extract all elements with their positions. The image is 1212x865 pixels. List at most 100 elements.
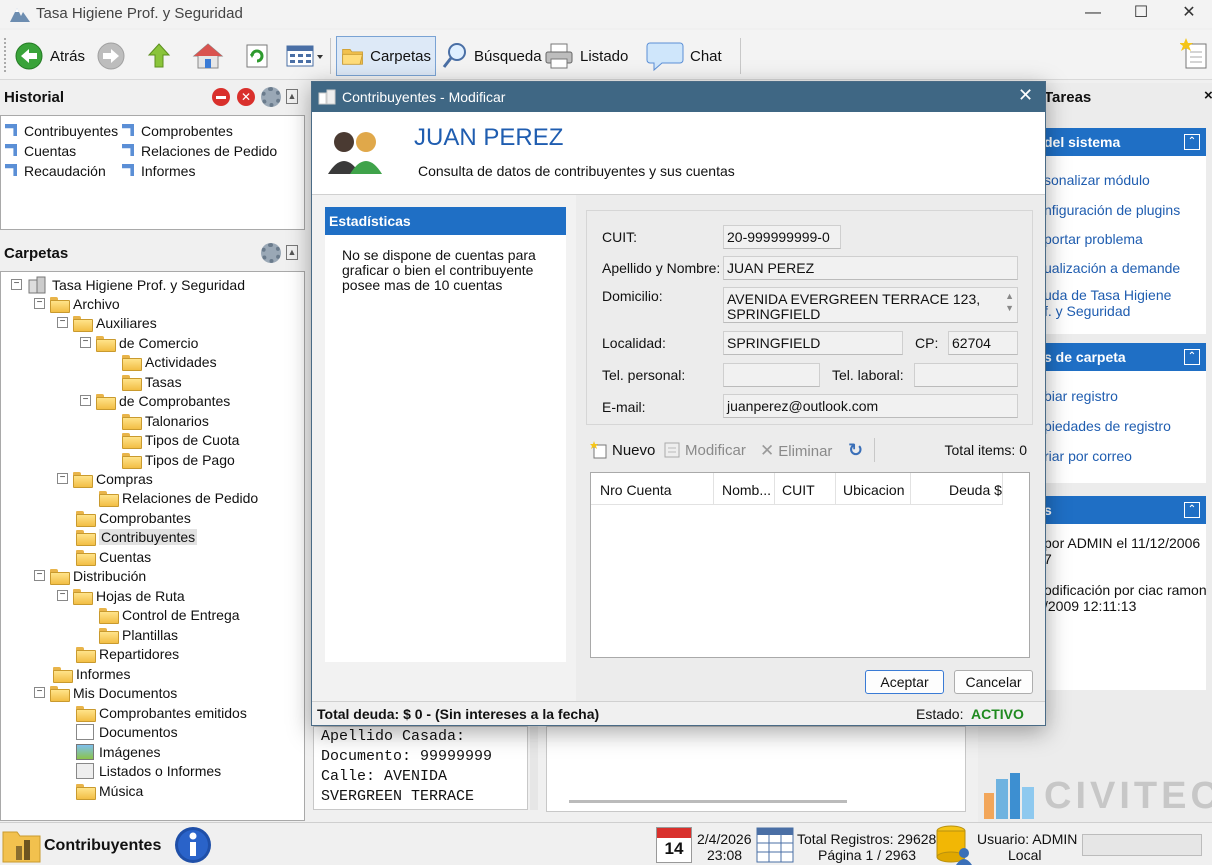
- tree-node[interactable]: Imágenes: [76, 742, 160, 761]
- task-link[interactable]: f. y Seguridad: [1044, 303, 1130, 319]
- chat-button[interactable]: Chat: [642, 36, 726, 76]
- tree-node[interactable]: − de Comercio: [80, 333, 198, 352]
- work-phone-field[interactable]: [914, 363, 1018, 387]
- postal-code-field[interactable]: 62704: [948, 331, 1018, 355]
- address-scroll-arrows[interactable]: ▲ ▼: [1005, 290, 1014, 314]
- name-field[interactable]: JUAN PEREZ: [723, 256, 1018, 280]
- tree-node[interactable]: − Tasa Higiene Prof. y Seguridad: [11, 275, 245, 294]
- tree-node[interactable]: Informes: [53, 664, 130, 683]
- task-link[interactable]: uda de Tasa Higiene: [1044, 287, 1171, 303]
- tree-node[interactable]: Tipos de Pago: [122, 450, 235, 469]
- task-link[interactable]: sonalizar módulo: [1044, 172, 1150, 188]
- tree-node[interactable]: Control de Entrega: [99, 605, 240, 624]
- collapse-icon[interactable]: ⌃: [1184, 349, 1200, 365]
- column-header[interactable]: Nro Cuenta: [600, 482, 672, 498]
- column-header[interactable]: Nomb...: [722, 482, 771, 498]
- new-note-button[interactable]: [1179, 38, 1208, 73]
- minimize-button[interactable]: —: [1070, 0, 1116, 28]
- tree-node[interactable]: − Auxiliares: [57, 313, 157, 332]
- tree-node[interactable]: Relaciones de Pedido: [99, 488, 258, 507]
- tree-node[interactable]: Comprobantes: [76, 508, 191, 527]
- collapse-toggle[interactable]: −: [34, 687, 45, 698]
- column-header[interactable]: CUIT: [782, 482, 815, 498]
- task-link[interactable]: nfiguración de plugins: [1044, 202, 1180, 218]
- cancel-button[interactable]: Cancelar: [954, 670, 1033, 694]
- task-link[interactable]: ualización a demande: [1044, 260, 1180, 276]
- cuit-field[interactable]: 20-999999999-0: [723, 225, 841, 249]
- collapse-toggle[interactable]: −: [57, 317, 68, 328]
- collapse-toggle[interactable]: −: [34, 570, 45, 581]
- history-item[interactable]: Comprobentes: [122, 123, 233, 139]
- view-menu-button[interactable]: [280, 36, 328, 76]
- task-link[interactable]: piedades de registro: [1044, 418, 1171, 434]
- task-link[interactable]: portar problema: [1044, 231, 1143, 247]
- column-header[interactable]: Ubicacion: [843, 482, 904, 498]
- tree-node[interactable]: − Hojas de Ruta: [57, 586, 185, 605]
- search-button[interactable]: Búsqueda: [438, 36, 546, 76]
- tree-node[interactable]: − de Comprobantes: [80, 391, 230, 410]
- tree-node[interactable]: Repartidores: [76, 644, 179, 663]
- collapse-icon[interactable]: ⌃: [1184, 134, 1200, 150]
- collapse-toggle[interactable]: −: [11, 279, 22, 290]
- personal-phone-field[interactable]: [723, 363, 820, 387]
- address-field[interactable]: AVENIDA EVERGREEN TERRACE 123, SPRINGFIE…: [723, 287, 1018, 323]
- folders-button[interactable]: Carpetas: [336, 36, 436, 76]
- stop-icon[interactable]: [212, 88, 230, 106]
- collapse-toggle[interactable]: −: [80, 337, 91, 348]
- refresh-button[interactable]: [238, 36, 276, 76]
- collapse-toggle[interactable]: −: [34, 298, 45, 309]
- task-link[interactable]: biar registro: [1044, 388, 1118, 404]
- tree-node[interactable]: Cuentas: [76, 547, 151, 566]
- collapse-icon[interactable]: ⌃: [1184, 502, 1200, 518]
- tree-node-selected[interactable]: Contribuyentes: [76, 527, 198, 546]
- maximize-button[interactable]: ☐: [1118, 0, 1164, 28]
- horizontal-scrollbar[interactable]: [569, 800, 847, 803]
- tree-node[interactable]: Música: [76, 781, 143, 800]
- tree-node[interactable]: − Distribución: [34, 566, 146, 585]
- tree-node[interactable]: − Archivo: [34, 294, 120, 313]
- toolbar-separator: [874, 438, 875, 462]
- tree-node[interactable]: Tipos de Cuota: [122, 430, 239, 449]
- tree-node[interactable]: Comprobantes emitidos: [76, 703, 247, 722]
- task-link[interactable]: riar por correo: [1044, 448, 1132, 464]
- collapse-toggle[interactable]: −: [57, 590, 68, 601]
- close-tasks-icon[interactable]: ×: [1204, 87, 1212, 104]
- back-button[interactable]: Atrás: [10, 36, 89, 76]
- column-header[interactable]: Deuda $: [949, 482, 1002, 498]
- new-account-button[interactable]: Nuevo: [590, 441, 655, 459]
- tree-node[interactable]: Talonarios: [122, 411, 209, 430]
- email-field[interactable]: juanperez@outlook.com: [723, 394, 1018, 418]
- list-button[interactable]: Listado: [540, 36, 632, 76]
- clear-history-icon[interactable]: ✕: [237, 88, 255, 106]
- collapse-panel-icon[interactable]: ▲: [286, 89, 298, 104]
- history-item[interactable]: Contribuyentes: [5, 123, 118, 139]
- info-icon[interactable]: [174, 826, 212, 864]
- close-window-button[interactable]: ✕: [1166, 0, 1212, 28]
- tree-node[interactable]: − Compras: [57, 469, 153, 488]
- collapse-toggle[interactable]: −: [80, 395, 91, 406]
- accept-button[interactable]: Aceptar: [865, 670, 944, 694]
- delete-account-button[interactable]: ✕ Eliminar: [760, 441, 832, 461]
- city-field[interactable]: SPRINGFIELD: [723, 331, 903, 355]
- tree-node[interactable]: Documentos: [76, 722, 178, 741]
- vertical-scrollbar[interactable]: [530, 726, 538, 810]
- close-dialog-button[interactable]: ✕: [1018, 85, 1033, 106]
- history-item[interactable]: Recaudación: [5, 163, 106, 179]
- forward-button[interactable]: [92, 36, 130, 76]
- refresh-accounts-icon[interactable]: ↻: [848, 440, 863, 461]
- history-item[interactable]: Cuentas: [5, 143, 76, 159]
- tree-node[interactable]: Tasas: [122, 372, 182, 391]
- tree-node[interactable]: Plantillas: [99, 625, 178, 644]
- collapse-toggle[interactable]: −: [57, 473, 68, 484]
- gear-icon[interactable]: [261, 243, 281, 263]
- up-folder-button[interactable]: [140, 36, 178, 76]
- history-item[interactable]: Informes: [122, 163, 195, 179]
- home-button[interactable]: [188, 36, 228, 76]
- edit-account-button[interactable]: Modificar: [663, 441, 746, 459]
- tree-node[interactable]: − Mis Documentos: [34, 683, 177, 702]
- tree-node[interactable]: Actividades: [122, 352, 217, 371]
- gear-icon[interactable]: [261, 87, 281, 107]
- collapse-panel-icon[interactable]: ▲: [286, 245, 298, 260]
- tree-node[interactable]: Listados o Informes: [76, 761, 221, 780]
- history-item[interactable]: Relaciones de Pedido: [122, 143, 277, 159]
